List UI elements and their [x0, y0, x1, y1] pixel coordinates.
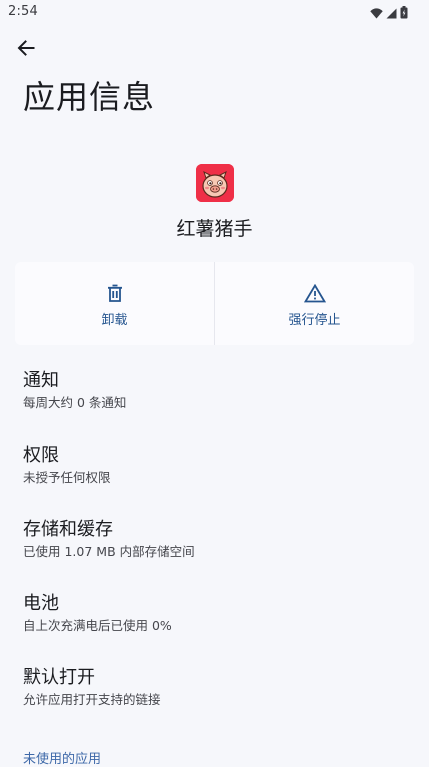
uninstall-button[interactable]: 卸载: [15, 262, 214, 345]
signal-icon: [386, 4, 397, 23]
back-button[interactable]: [10, 34, 42, 66]
battery-icon: [400, 4, 408, 23]
item-subtitle: 允许应用打开支持的链接: [23, 692, 161, 707]
status-icons: [370, 4, 408, 23]
page-title: 应用信息: [23, 78, 156, 116]
force-stop-label: 强行停止: [288, 313, 341, 328]
item-subtitle: 自上次充满电后已使用 0%: [23, 618, 172, 633]
item-subtitle: 已使用 1.07 MB 内部存储空间: [23, 544, 195, 559]
battery-item[interactable]: 电池 自上次充满电后已使用 0%: [23, 593, 403, 634]
item-title: 电池: [23, 593, 59, 614]
status-time: 2:54: [8, 4, 38, 19]
notifications-item[interactable]: 通知 每周大约 0 条通知: [23, 370, 403, 411]
arrow-left-icon: [17, 39, 35, 61]
wifi-icon: [370, 4, 383, 23]
trash-icon: [104, 282, 126, 304]
item-subtitle: 未授予任何权限: [23, 470, 111, 485]
uninstall-label: 卸载: [101, 313, 128, 328]
item-subtitle: 每周大约 0 条通知: [23, 395, 127, 410]
app-name: 红薯猪手: [176, 218, 253, 240]
actions-card: 卸载 强行停止: [15, 262, 414, 345]
status-bar: 2:54: [0, 0, 429, 24]
force-stop-button[interactable]: 强行停止: [214, 262, 414, 345]
warning-icon: [303, 282, 326, 304]
app-icon: [196, 164, 234, 202]
unused-apps-section-header: 未使用的应用: [23, 752, 102, 767]
item-title: 默认打开: [23, 667, 95, 688]
storage-cache-item[interactable]: 存储和缓存 已使用 1.07 MB 内部存储空间: [23, 519, 403, 560]
item-title: 权限: [23, 445, 59, 466]
item-title: 存储和缓存: [23, 519, 113, 540]
open-by-default-item[interactable]: 默认打开 允许应用打开支持的链接: [23, 667, 403, 708]
item-title: 通知: [23, 370, 59, 391]
permissions-item[interactable]: 权限 未授予任何权限: [23, 445, 403, 486]
